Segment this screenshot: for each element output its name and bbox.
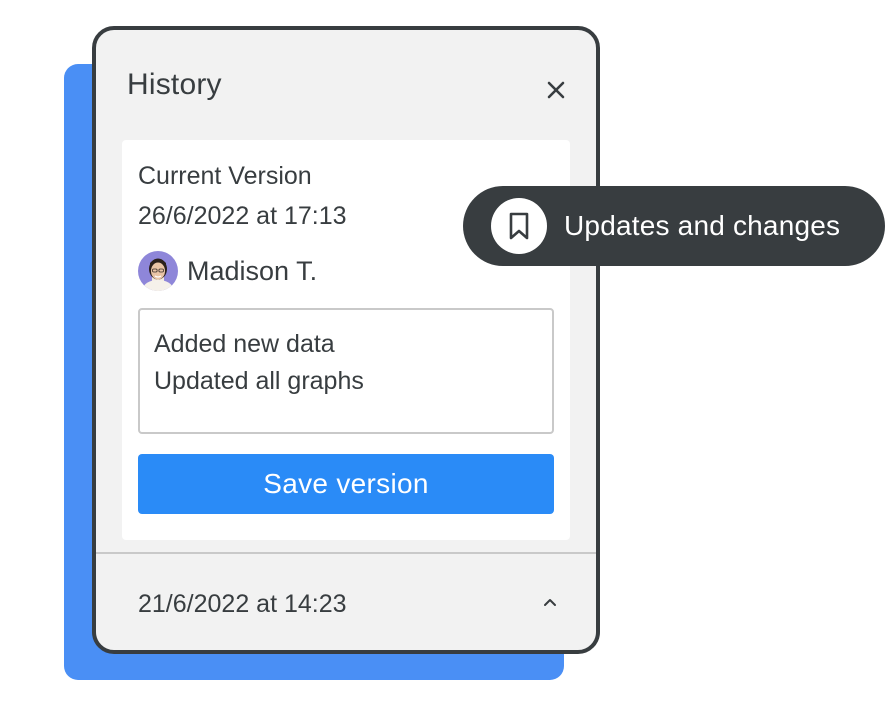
close-button[interactable] [544,78,568,102]
notes-line: Added new data [154,330,335,358]
bookmark-icon [509,212,529,240]
current-version-date: 26/6/2022 at 17:13 [138,202,347,230]
notes-line: Updated all graphs [154,367,364,395]
current-version-label: Current Version [138,162,312,190]
save-version-button[interactable]: Save version [138,454,554,514]
updates-tooltip: Updates and changes [463,186,885,266]
close-icon [547,81,565,99]
panel-header: History [96,30,596,140]
avatar-photo-icon [138,251,178,291]
previous-version-date: 21/6/2022 at 14:23 [138,590,347,618]
tooltip-text: Updates and changes [564,210,841,241]
user-name: Madison T. [187,255,318,286]
previous-version-row[interactable]: 21/6/2022 at 14:23 [96,554,596,650]
user-row: Madison T. [138,250,317,292]
stage: History Current Version 26/6/2022 at 17:… [0,0,896,716]
bookmark-icon-badge [491,198,547,254]
version-notes-field[interactable]: Added new data Updated all graphs [138,308,554,434]
history-panel: History Current Version 26/6/2022 at 17:… [92,26,600,654]
avatar [138,251,178,291]
panel-title: History [127,68,222,101]
expand-toggle[interactable] [542,594,558,610]
chevron-up-icon [544,599,556,606]
